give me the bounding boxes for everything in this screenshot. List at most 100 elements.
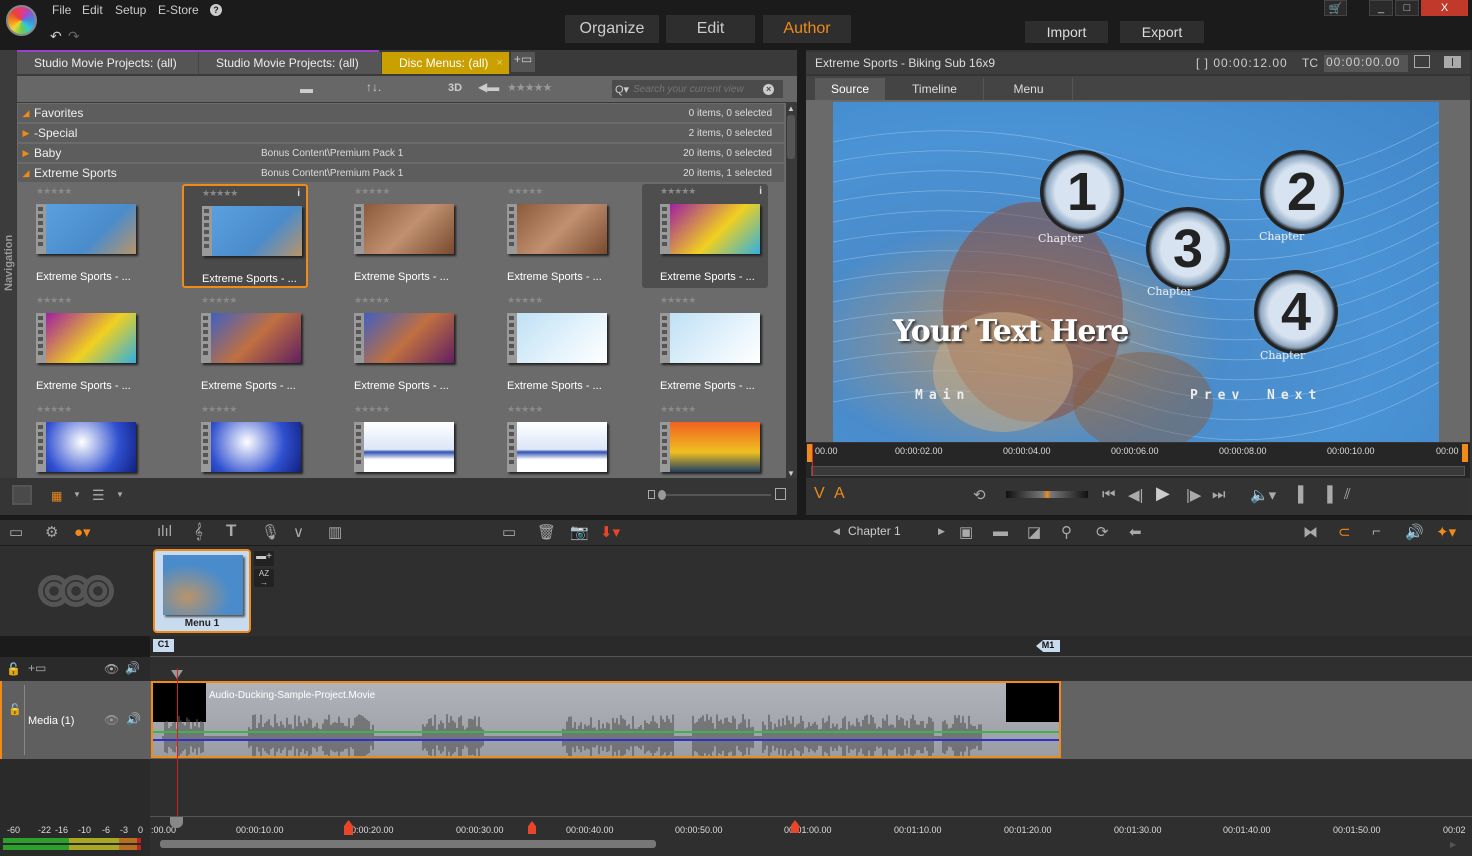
menu-nav-next[interactable]: Next (1267, 388, 1322, 403)
rating-stars[interactable]: ★★★★★ (202, 188, 238, 199)
timeline-settings-icon[interactable]: ▭ (9, 523, 23, 541)
lock-all-icon[interactable]: 🔓 (6, 662, 21, 676)
library-item[interactable]: ★★★★★ Extreme Sports - ... (336, 293, 462, 397)
snapshot-icon[interactable]: 📷 (570, 523, 589, 541)
previous-chapter-icon[interactable]: ◀ (833, 526, 840, 537)
split-icon[interactable]: ⧓ (1303, 523, 1318, 541)
scrub-audio-icon[interactable]: 🔊 (1405, 523, 1424, 541)
gear-icon[interactable]: ⚙ (45, 523, 58, 541)
microphone-icon[interactable]: 🎙 (261, 523, 280, 541)
library-item[interactable]: ★★★★★ i Extreme Sports - ... (182, 184, 308, 288)
track-lock-icon[interactable]: 🔓 (8, 703, 22, 716)
audio-toggle[interactable]: A (834, 485, 845, 503)
chapter-button-2[interactable]: 2 (1260, 150, 1344, 234)
expand-icon[interactable]: ◢ (18, 108, 34, 119)
rating-stars[interactable]: ★★★★★ (36, 295, 72, 306)
tab-menu[interactable]: Menu (985, 78, 1073, 100)
comment-icon[interactable]: ▬ (993, 523, 1008, 540)
thumbnail-size-slider[interactable] (658, 490, 771, 500)
chapter-button-1[interactable]: 1 (1040, 150, 1124, 234)
tab-disc-menus[interactable]: Disc Menus: (all) × (382, 52, 510, 74)
play-icon[interactable]: ▶ (1156, 483, 1170, 504)
grid-view-icon[interactable]: ▦ (51, 489, 62, 503)
clear-marks-icon[interactable]: ⫽ (1344, 486, 1351, 503)
menu-file[interactable]: File (52, 3, 71, 17)
step-back-icon[interactable]: ◀| (1128, 486, 1143, 504)
list-view-dropdown[interactable]: ▼ (116, 490, 124, 499)
rating-stars[interactable]: ★★★★★ (507, 295, 543, 306)
chapter-link-icon[interactable]: ⚲ (1061, 523, 1072, 541)
menu-setup[interactable]: Setup (115, 3, 146, 17)
tag-icon[interactable]: ◀▬ (478, 80, 499, 94)
redo-icon[interactable]: ↷ (68, 28, 80, 45)
chapter-button-3[interactable]: 3 (1146, 207, 1230, 291)
collapse-icon[interactable]: ▶ (18, 128, 34, 139)
rating-stars[interactable]: ★★★★★ (201, 404, 237, 415)
film-icon[interactable]: ▣ (959, 523, 973, 541)
minimize-button[interactable]: _ (1369, 0, 1393, 16)
folder-icon[interactable]: ▬ (300, 81, 313, 96)
scroll-thumb[interactable] (787, 115, 795, 159)
tab-studio-projects-1[interactable]: Studio Movie Projects: (all) (17, 52, 199, 74)
marker-icon[interactable]: ⬇▾ (600, 523, 620, 541)
library-item[interactable]: ★★★★★ Extreme Sports - ... (489, 184, 615, 288)
pan-line[interactable] (153, 739, 1059, 741)
rating-stars[interactable]: ★★★★★ (354, 186, 390, 197)
rating-stars[interactable]: ★★★★★ (201, 295, 237, 306)
menu-preview[interactable]: 1 Chapter 2 Chapter 3 Chapter 4 Chapter … (833, 102, 1439, 442)
rating-stars[interactable]: ★★★★★ (507, 186, 543, 197)
slider-handle[interactable] (658, 490, 666, 500)
rating-stars[interactable]: ★★★★★ (354, 295, 390, 306)
rating-stars[interactable]: ★★★★★ (354, 404, 390, 415)
search-box[interactable]: Q▾ × (612, 80, 783, 98)
loop-icon[interactable]: ⟲ (973, 486, 986, 504)
tab-studio-projects-2[interactable]: Studio Movie Projects: (all) (199, 52, 382, 74)
mark-out-icon[interactable]: ▐ (1322, 486, 1333, 503)
rating-stars[interactable]: ★★★★★ (660, 186, 696, 197)
scroll-right-arrow[interactable]: ▶ (1450, 840, 1456, 849)
library-item[interactable]: ★★★★★ i Extreme Sports - ... (642, 184, 768, 288)
shuttle-control[interactable] (1006, 491, 1088, 498)
undo-icon[interactable]: ↶ (50, 28, 62, 45)
visibility-all-icon[interactable]: 👁 (104, 662, 119, 676)
trash-icon[interactable]: 🗑 (537, 523, 556, 541)
library-item[interactable]: ★★★★★ Extreme Sports - ... (336, 184, 462, 288)
app-logo[interactable] (6, 5, 37, 36)
menu-estore[interactable]: E-Store (158, 3, 199, 17)
mode-edit[interactable]: Edit (666, 15, 755, 43)
timeline-playhead[interactable] (177, 668, 178, 830)
cart-icon[interactable]: 🛒 (1324, 0, 1347, 16)
info-icon[interactable]: i (759, 186, 762, 197)
sort-menus-button[interactable]: AZ → (254, 569, 274, 587)
storyboard-icon[interactable]: ▥ (328, 523, 342, 541)
library-item[interactable]: ★★★★★ Extreme Sports - ... (18, 293, 144, 397)
collapse-icon[interactable]: ▶ (18, 148, 34, 159)
player-scrubber[interactable] (811, 466, 1465, 476)
navigation-label[interactable]: Navigation (3, 221, 15, 291)
rating-stars[interactable]: ★★★★★ (660, 404, 696, 415)
rating-stars[interactable]: ★★★★★ (36, 186, 72, 197)
video-toggle[interactable]: V (814, 485, 825, 503)
library-item[interactable]: ★★★★★ Extreme Sports - ... (489, 293, 615, 397)
library-item[interactable]: ★★★★★ Extreme Sports - ... (18, 184, 144, 288)
category-special[interactable]: ▶ -Special 2 items, 0 selected (18, 124, 784, 142)
unlink-chapter-icon[interactable]: ◪ (1027, 523, 1041, 541)
grid-view-dropdown[interactable]: ▼ (73, 490, 81, 499)
volume-line[interactable] (153, 731, 1059, 733)
maximize-button[interactable]: □ (1395, 0, 1419, 16)
clear-search-icon[interactable]: × (763, 83, 775, 95)
search-input[interactable] (633, 83, 764, 95)
menu-headline[interactable]: Your Text Here (893, 314, 1129, 349)
scroll-down-arrow[interactable]: ▼ (786, 469, 796, 478)
import-button[interactable]: Import (1025, 21, 1108, 43)
go-to-end-icon[interactable]: ⏭ (1212, 486, 1226, 503)
menu-nav-main[interactable]: Main (915, 388, 970, 403)
menu-edit[interactable]: Edit (82, 3, 103, 17)
3d-filter[interactable]: 3D (448, 82, 462, 94)
transition-icon[interactable]: ∨ (293, 523, 304, 541)
magic-wand-icon[interactable]: ✦▾ (1436, 523, 1456, 541)
music-icon[interactable]: 𝄞 (194, 523, 203, 540)
ruler-playhead-knob[interactable] (170, 817, 183, 828)
menu-nav-prev[interactable]: Prev (1190, 388, 1245, 403)
timeline-scrollbar[interactable] (160, 840, 656, 848)
